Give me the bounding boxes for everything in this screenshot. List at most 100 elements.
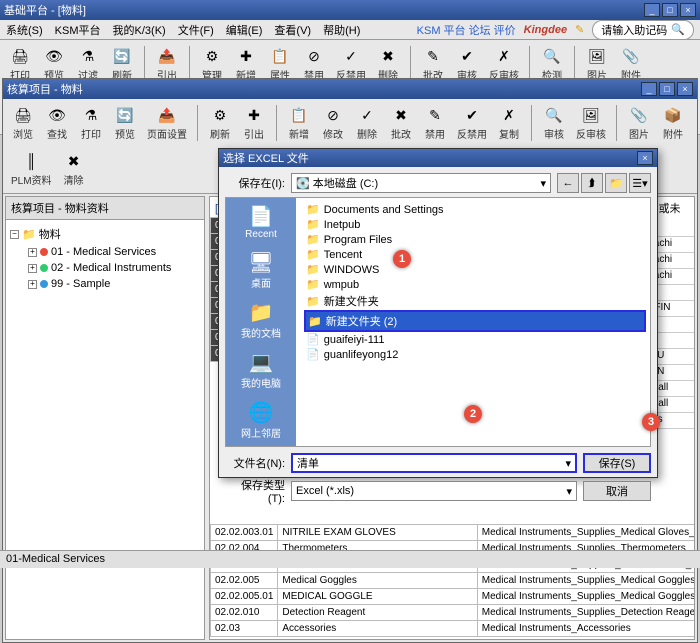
tb2-禁用[interactable]: ✎禁用 xyxy=(421,103,449,143)
tb2-浏览[interactable]: 🖨浏览 xyxy=(9,103,37,143)
tb2-复制[interactable]: ✗复制 xyxy=(495,103,523,143)
place-我的电脑[interactable]: 💻我的电脑 xyxy=(241,350,281,390)
new-folder-button[interactable]: 📁 xyxy=(605,173,627,193)
folder-item-selected[interactable]: 📁新建文件夹 (2) xyxy=(304,310,646,332)
place-Recent[interactable]: 📄Recent xyxy=(245,204,277,240)
search-input[interactable]: 请输入助记码🔍 xyxy=(592,20,694,40)
tree[interactable]: − 📁 物料 +01 - Medical Services+02 - Medic… xyxy=(6,220,204,639)
menu-help[interactable]: 帮助(H) xyxy=(323,22,360,38)
folder-item[interactable]: 📁Documents and Settings xyxy=(304,202,646,217)
tb-icon: 👁 xyxy=(47,105,67,125)
tb2-PLM资料[interactable]: ║PLM资料 xyxy=(9,149,54,189)
tb-icon: 📎 xyxy=(621,46,641,66)
sub-maximize[interactable]: □ xyxy=(659,82,675,96)
folder-item[interactable]: 📁WINDOWS xyxy=(304,262,646,277)
tb-icon: 🔍 xyxy=(544,105,564,125)
tb-icon: ✎ xyxy=(423,46,443,66)
tb2-批改[interactable]: ✖批改 xyxy=(387,103,415,143)
folder-icon: 📁 xyxy=(308,315,322,328)
tb2-新增[interactable]: 📋新增 xyxy=(285,103,313,143)
tree-root[interactable]: − 📁 物料 xyxy=(10,224,200,244)
table-row[interactable]: 02.02.010Detection ReagentMedical Instru… xyxy=(211,605,695,621)
save-in-label: 保存在(I): xyxy=(225,175,285,191)
tb2-修改[interactable]: ⊘修改 xyxy=(319,103,347,143)
expand-icon[interactable]: + xyxy=(28,264,37,273)
back-button[interactable]: ← xyxy=(557,173,579,193)
menu-system[interactable]: 系统(S) xyxy=(6,22,43,38)
tb2-清除[interactable]: ✖清除 xyxy=(60,149,88,189)
tree-node[interactable]: +02 - Medical Instruments xyxy=(28,260,200,276)
filetype-label: 保存类型(T): xyxy=(225,477,285,505)
drive-icon: 💽 xyxy=(296,178,310,190)
table-row[interactable]: 02.02.005.01MEDICAL GOGGLEMedical Instru… xyxy=(211,589,695,605)
tb2-页面设置[interactable]: 📤页面设置 xyxy=(145,103,189,143)
cancel-button[interactable]: 取消 xyxy=(583,481,651,501)
place-桌面[interactable]: 🖥桌面 xyxy=(248,250,273,290)
tb2-查找[interactable]: 👁查找 xyxy=(43,103,71,143)
tree-panel: 核算项目 - 物料资料 − 📁 物料 +01 - Medical Service… xyxy=(5,196,205,640)
tb-icon: ✗ xyxy=(499,105,519,125)
filename-input[interactable]: 清单▾ xyxy=(291,453,577,473)
tb-icon: ✓ xyxy=(341,46,361,66)
tb-icon: ⚙ xyxy=(210,105,230,125)
tb2-图片[interactable]: 📎图片 xyxy=(625,103,653,143)
up-button[interactable]: ⮭ xyxy=(581,173,603,193)
sub-close[interactable]: × xyxy=(677,82,693,96)
menu-file[interactable]: 文件(F) xyxy=(178,22,214,38)
tb-icon: ✔ xyxy=(457,46,477,66)
tree-node[interactable]: +99 - Sample xyxy=(28,276,200,292)
table-row[interactable]: 02.03AccessoriesMedical Instruments_Acce… xyxy=(211,621,695,637)
table-row[interactable]: 02.02.005Medical GogglesMedical Instrume… xyxy=(211,573,695,589)
expand-icon[interactable]: + xyxy=(28,280,37,289)
place-网上邻居[interactable]: 🌐网上邻居 xyxy=(241,400,281,440)
maximize-button[interactable]: □ xyxy=(662,3,678,17)
tb2-删除[interactable]: ✓删除 xyxy=(353,103,381,143)
tb2-反审核[interactable]: 🖼反审核 xyxy=(574,103,608,143)
tree-node[interactable]: +01 - Medical Services xyxy=(28,244,200,260)
place-我的文档[interactable]: 📁我的文档 xyxy=(241,300,281,340)
tb2-附件[interactable]: 📦附件 xyxy=(659,103,687,143)
file-icon: 📄 xyxy=(306,348,320,361)
tb-icon: ✚ xyxy=(244,105,264,125)
folder-item[interactable]: 📁Tencent xyxy=(304,247,646,262)
collapse-icon[interactable]: − xyxy=(10,230,19,239)
data-grid[interactable]: 02.02.003.01NITRILE EXAM GLOVESMedical I… xyxy=(210,524,694,637)
menu-edit[interactable]: 编辑(E) xyxy=(226,22,263,38)
menu-ksm[interactable]: KSM平台 xyxy=(55,22,101,38)
tb2-预览[interactable]: 🔄预览 xyxy=(111,103,139,143)
callout-3: 3 xyxy=(642,413,660,431)
chevron-down-icon: ▾ xyxy=(540,177,546,190)
tb-icon: ⚙ xyxy=(202,46,222,66)
save-button[interactable]: 保存(S) xyxy=(583,453,651,473)
tb2-引出[interactable]: ✚引出 xyxy=(240,103,268,143)
tb-icon: ║ xyxy=(21,151,41,171)
place-icon: 💻 xyxy=(241,350,281,375)
tb-icon: 🔄 xyxy=(112,46,132,66)
menu-mine[interactable]: 我的K/3(K) xyxy=(113,22,166,38)
tb2-打印[interactable]: ⚗打印 xyxy=(77,103,105,143)
close-button[interactable]: × xyxy=(680,3,696,17)
file-item[interactable]: 📄guanlifeyong12 xyxy=(304,347,646,362)
menu-view[interactable]: 查看(V) xyxy=(274,22,311,38)
tb2-审核[interactable]: 🔍审核 xyxy=(540,103,568,143)
dialog-close[interactable]: × xyxy=(637,151,653,165)
tb-icon: ✖ xyxy=(391,105,411,125)
folder-item[interactable]: 📁新建文件夹 xyxy=(304,292,646,310)
sub-minimize[interactable]: _ xyxy=(641,82,657,96)
table-row[interactable]: 02.02.003.01NITRILE EXAM GLOVESMedical I… xyxy=(211,525,695,541)
expand-icon[interactable]: + xyxy=(28,248,37,257)
menu-ksm-forum[interactable]: KSM 平台 论坛 评价 xyxy=(417,22,516,38)
file-item[interactable]: 📄guaifeiyi-111 xyxy=(304,332,646,347)
tb2-刷新[interactable]: ⚙刷新 xyxy=(206,103,234,143)
callout-1: 1 xyxy=(393,250,411,268)
tb2-反禁用[interactable]: ✔反禁用 xyxy=(455,103,489,143)
drive-combo[interactable]: 💽 本地磁盘 (C:) ▾ xyxy=(291,173,551,193)
filetype-combo[interactable]: Excel (*.xls)▾ xyxy=(291,481,577,501)
minimize-button[interactable]: _ xyxy=(644,3,660,17)
folder-item[interactable]: 📁Inetpub xyxy=(304,217,646,232)
chevron-down-icon: ▾ xyxy=(565,457,571,470)
brand-logo: Kingdee xyxy=(524,24,567,36)
view-menu-button[interactable]: ☰▾ xyxy=(629,173,651,193)
folder-item[interactable]: 📁Program Files xyxy=(304,232,646,247)
folder-item[interactable]: 📁wmpub xyxy=(304,277,646,292)
